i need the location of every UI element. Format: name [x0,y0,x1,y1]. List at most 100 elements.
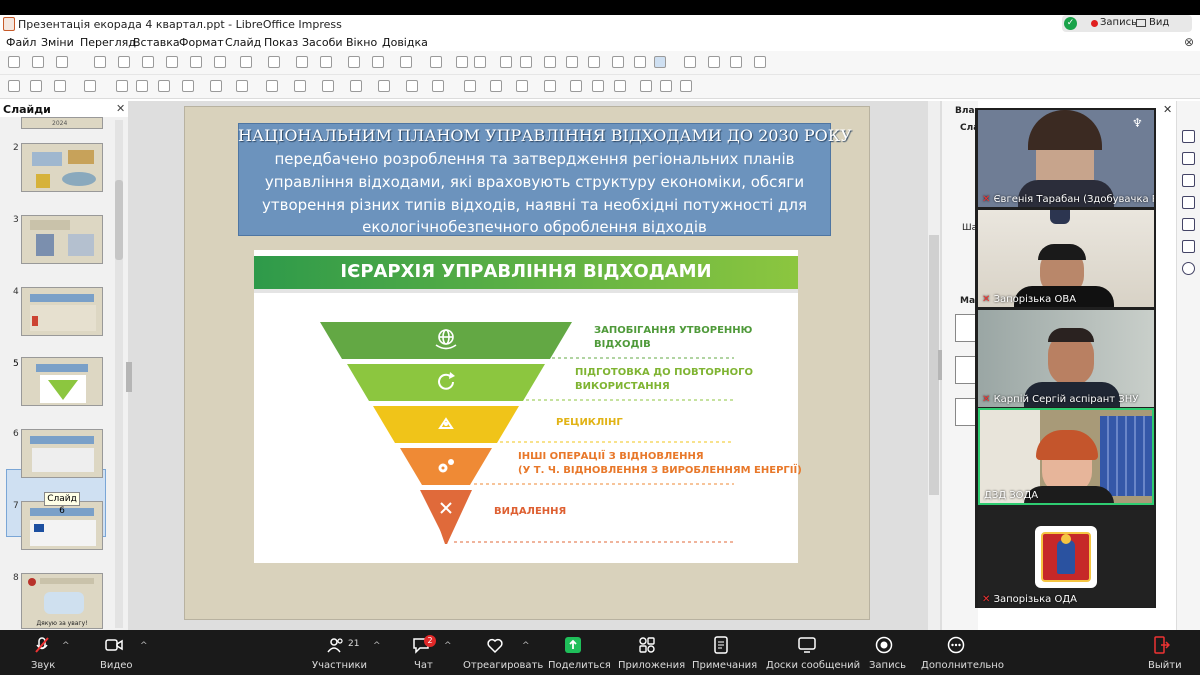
crop-icon[interactable] [592,80,604,92]
navigator-icon[interactable] [1182,262,1195,275]
media-icon[interactable] [520,56,532,68]
apps-button[interactable]: Приложения [618,660,685,671]
display-views-icon[interactable] [372,56,384,68]
rotate-icon[interactable] [464,80,476,92]
callouts-icon[interactable] [378,80,390,92]
share-screen-icon[interactable] [564,636,582,654]
participant-tile[interactable]: ♆ ✕ Євгенія Тарабан (Здобувачка Ph... [978,110,1154,207]
find-icon[interactable] [296,56,308,68]
slides-scrollbar-thumb[interactable] [115,180,123,260]
more-button[interactable]: Дополнительно [921,660,1004,671]
participants-icon[interactable] [327,636,345,654]
new-icon[interactable] [8,56,20,68]
slide-transition-icon[interactable] [1182,152,1195,165]
glue-points-icon[interactable] [660,80,672,92]
export-pdf-icon[interactable] [94,56,106,68]
filter-icon[interactable] [614,80,626,92]
undo-icon[interactable] [240,56,252,68]
show-draw-functions-icon[interactable] [654,56,666,68]
spelling-icon[interactable] [320,56,332,68]
menu-file[interactable]: Файл [6,36,36,49]
chat-button[interactable]: Чат [414,660,433,671]
slide-thumbnail-3[interactable] [21,215,103,264]
close-icon[interactable]: ✕ [1163,103,1172,116]
collapse-left-handle[interactable] [126,362,132,392]
chat-options-caret[interactable]: ^ [444,641,452,651]
video-button[interactable]: Видео [100,660,133,671]
properties-icon[interactable] [1182,130,1195,143]
animation-icon[interactable] [1182,174,1195,187]
clone-format-icon[interactable] [214,56,226,68]
cut-icon[interactable] [142,56,154,68]
3d-objects-icon[interactable] [432,80,444,92]
slide-thumbnail-8[interactable]: Дякую за увагу! [21,573,103,629]
leave-icon[interactable] [1152,636,1170,654]
toggle-extrusion-icon[interactable] [680,80,692,92]
open-icon[interactable] [32,56,44,68]
chart-icon[interactable] [544,56,556,68]
react-options-caret[interactable]: ^ [522,641,530,651]
table-icon[interactable] [474,56,486,68]
textbox-icon[interactable] [566,56,578,68]
notes-button[interactable]: Примечания [692,660,757,671]
notes-icon[interactable] [712,636,730,654]
heart-react-icon[interactable] [486,636,504,654]
master-preview[interactable] [955,314,977,342]
duplicate-slide-icon[interactable] [730,56,742,68]
styles-icon[interactable] [1182,218,1195,231]
new-slide-icon[interactable] [708,56,720,68]
participant-tile[interactable]: ✕ Запорізька ОДА [978,510,1154,607]
slide-thumbnail-6[interactable] [21,429,103,478]
whiteboard-icon[interactable] [798,636,816,654]
select-icon[interactable] [8,80,20,92]
points-icon[interactable] [640,80,652,92]
connector-icon[interactable] [236,80,248,92]
master-preview[interactable] [955,398,977,426]
line-color-icon[interactable] [54,80,66,92]
slide-thumbnail-2[interactable] [21,143,103,192]
fill-color-icon[interactable] [84,80,96,92]
menu-edit[interactable]: Зміни [41,36,74,49]
mic-muted-icon[interactable] [33,636,51,654]
menu-view[interactable]: Перегляд [80,36,136,49]
flowchart-icon[interactable] [350,80,362,92]
close-document-icon[interactable]: ⊗ [1184,35,1194,49]
view-button[interactable]: Вид [1149,17,1169,28]
participant-tile[interactable]: ✕ Карпій Сергій аспірант ЗНУ [978,310,1154,407]
block-arrows-icon[interactable] [322,80,334,92]
menu-insert[interactable]: Вставка [133,36,180,49]
slideshow-current-icon[interactable] [456,56,468,68]
menu-slide[interactable]: Слайд [225,36,261,49]
menu-window[interactable]: Вікно [346,36,377,49]
slide-layout-icon[interactable] [684,56,696,68]
react-button[interactable]: Отреагировать [463,660,543,671]
slide-thumbnail-5[interactable] [21,357,103,406]
participant-tile-active-speaker[interactable]: ДЗД ЗОДА [978,408,1154,505]
start-slideshow-icon[interactable] [430,56,442,68]
slide-thumbnail-4[interactable] [21,287,103,336]
master-slide-icon[interactable] [400,56,412,68]
special-char-icon[interactable] [588,56,600,68]
hyperlink-icon[interactable] [634,56,646,68]
gallery-icon[interactable] [1182,240,1195,253]
slide-menu-icon[interactable] [754,56,766,68]
paste-icon[interactable] [190,56,202,68]
ellipse-icon[interactable] [158,80,170,92]
participants-button[interactable]: Участники [312,660,367,671]
record-icon[interactable] [875,636,893,654]
record-button[interactable]: Запись [869,660,906,671]
share-button[interactable]: Поделиться [548,660,611,671]
video-camera-icon[interactable] [105,636,123,654]
slide-thumbnail-1[interactable]: 2024 [21,117,103,129]
participants-options-caret[interactable]: ^ [373,641,381,651]
align-icon[interactable] [490,80,502,92]
whiteboards-button[interactable]: Доски сообщений [766,660,860,671]
audio-button[interactable]: Звук [31,660,55,671]
stars-icon[interactable] [406,80,418,92]
master-slides-icon[interactable] [1182,196,1195,209]
close-icon[interactable]: ✕ [116,102,125,115]
audio-options-caret[interactable]: ^ [62,641,70,651]
curve-icon[interactable] [210,80,222,92]
master-preview[interactable] [955,356,977,384]
arrow-icon[interactable] [182,80,194,92]
